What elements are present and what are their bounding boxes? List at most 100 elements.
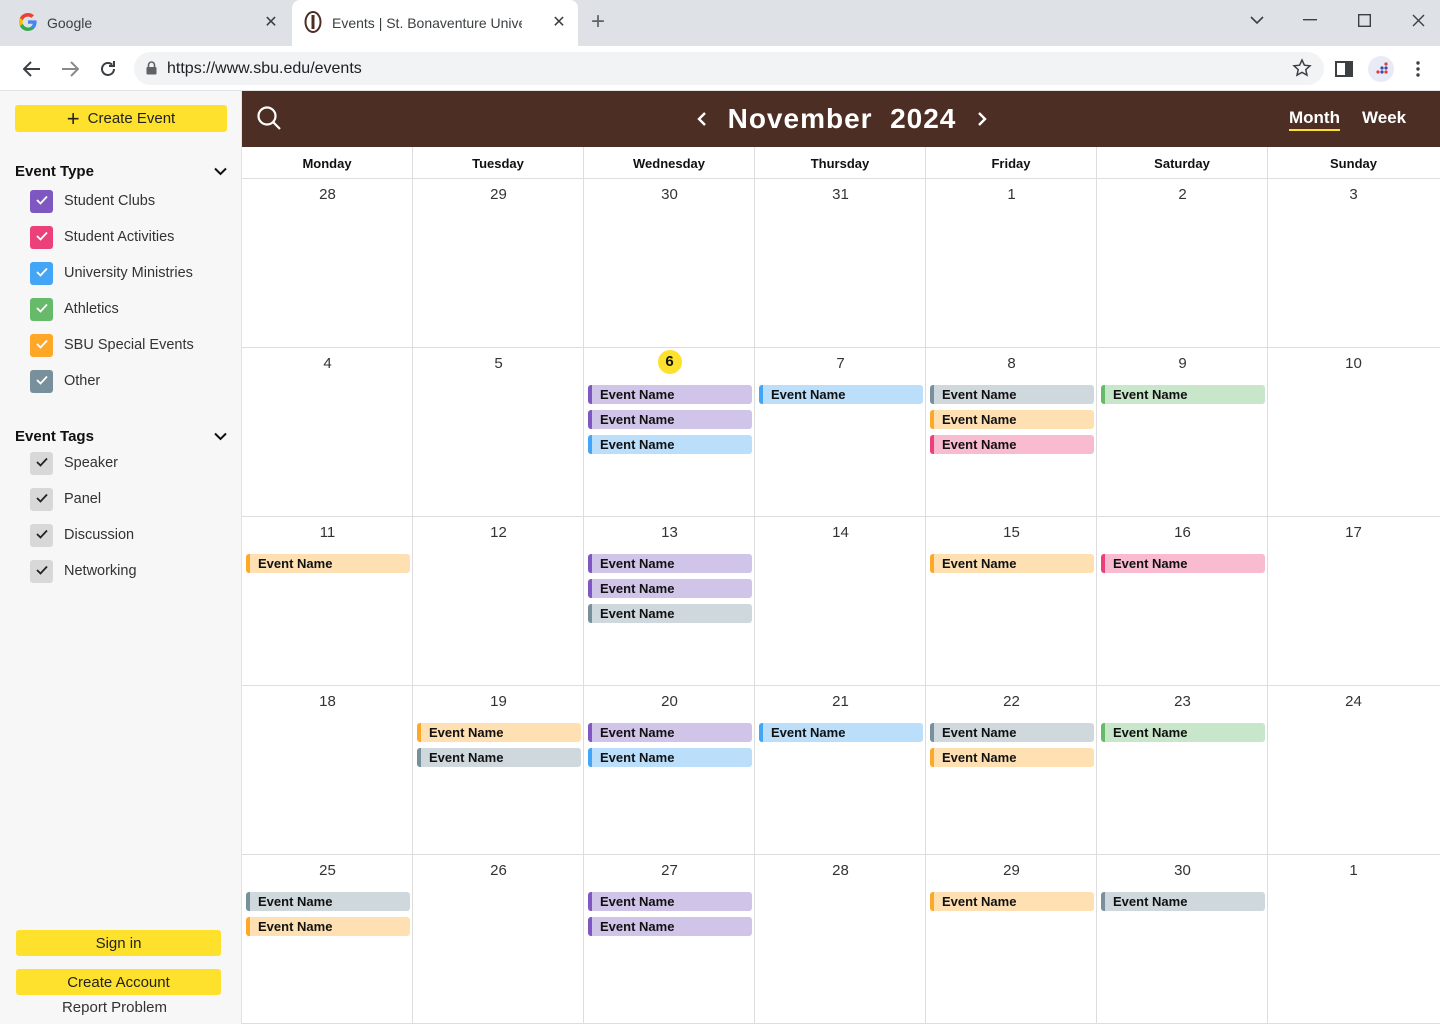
calendar-day-cell[interactable]: 23 Event Name — [1097, 686, 1268, 855]
close-window-icon[interactable] — [1403, 6, 1433, 34]
bookmark-star-icon[interactable] — [1292, 58, 1312, 83]
tab-google[interactable]: Google ✕ — [8, 0, 290, 46]
calendar-day-cell[interactable]: 12 — [413, 517, 584, 686]
calendar-day-cell[interactable]: 13 Event Name Event Name Event Name — [584, 517, 755, 686]
event-chip[interactable]: Event Name — [930, 723, 1094, 742]
event-type-filter[interactable]: Athletics — [30, 297, 119, 321]
calendar-day-cell[interactable]: 30 — [584, 179, 755, 348]
calendar-day-cell[interactable]: 29 — [413, 179, 584, 348]
week-view-tab[interactable]: Week — [1362, 108, 1406, 128]
calendar-day-cell[interactable]: 1 — [926, 179, 1097, 348]
event-type-filter[interactable]: SBU Special Events — [30, 333, 194, 357]
close-tab-icon[interactable]: ✕ — [262, 14, 280, 32]
event-chip[interactable]: Event Name — [246, 892, 410, 911]
forward-icon[interactable] — [56, 55, 84, 83]
minimize-icon[interactable] — [1295, 6, 1325, 34]
checkbox[interactable] — [30, 559, 53, 583]
calendar-day-cell[interactable]: 24 — [1268, 686, 1439, 855]
calendar-day-cell[interactable]: 25 Event Name Event Name — [242, 855, 413, 1024]
calendar-day-cell[interactable]: 14 — [755, 517, 926, 686]
event-chip[interactable]: Event Name — [1101, 892, 1265, 911]
calendar-day-cell[interactable]: 28 — [755, 855, 926, 1024]
extension-icon[interactable] — [1368, 56, 1394, 82]
calendar-day-cell[interactable]: 3 — [1268, 179, 1439, 348]
event-chip[interactable]: Event Name — [1101, 554, 1265, 573]
event-chip[interactable]: Event Name — [588, 723, 752, 742]
event-type-filter[interactable]: University Ministries — [30, 261, 193, 285]
event-chip[interactable]: Event Name — [246, 554, 410, 573]
calendar-day-cell[interactable]: 22 Event Name Event Name — [926, 686, 1097, 855]
calendar-day-cell[interactable]: 16 Event Name — [1097, 517, 1268, 686]
event-chip[interactable]: Event Name — [588, 892, 752, 911]
event-chip[interactable]: Event Name — [588, 579, 752, 598]
create-account-button[interactable]: Create Account — [16, 969, 221, 995]
maximize-icon[interactable] — [1349, 6, 1379, 34]
calendar-day-cell[interactable]: 31 — [755, 179, 926, 348]
calendar-day-cell[interactable]: 5 — [413, 348, 584, 517]
calendar-day-cell[interactable]: 1 — [1268, 855, 1439, 1024]
previous-month-icon[interactable] — [692, 108, 712, 130]
calendar-day-cell[interactable]: 8 Event Name Event Name Event Name — [926, 348, 1097, 517]
calendar-day-cell[interactable]: 19 Event Name Event Name — [413, 686, 584, 855]
calendar-day-cell[interactable]: 2 — [1097, 179, 1268, 348]
sign-in-button[interactable]: Sign in — [16, 930, 221, 956]
event-chip[interactable]: Event Name — [930, 748, 1094, 767]
event-chip[interactable]: Event Name — [930, 554, 1094, 573]
checkbox[interactable] — [30, 333, 53, 357]
calendar-day-cell[interactable]: 20 Event Name Event Name — [584, 686, 755, 855]
checkbox[interactable] — [30, 451, 53, 475]
tab-events[interactable]: Events | St. Bonaventure University ✕ — [292, 0, 578, 46]
calendar-day-cell[interactable]: 27 Event Name Event Name — [584, 855, 755, 1024]
event-tags-toggle[interactable]: Event Tags — [15, 426, 227, 446]
event-chip[interactable]: Event Name — [417, 748, 581, 767]
browser-menu-icon[interactable] — [1405, 56, 1431, 82]
event-chip[interactable]: Event Name — [1101, 385, 1265, 404]
calendar-day-cell[interactable]: 30 Event Name — [1097, 855, 1268, 1024]
checkbox[interactable] — [30, 487, 53, 511]
event-chip[interactable]: Event Name — [1101, 723, 1265, 742]
event-chip[interactable]: Event Name — [759, 385, 923, 404]
calendar-day-cell[interactable]: 6 Event Name Event Name Event Name — [584, 348, 755, 517]
event-type-filter[interactable]: Other — [30, 369, 100, 393]
event-chip[interactable]: Event Name — [588, 554, 752, 573]
event-type-toggle[interactable]: Event Type — [15, 161, 227, 181]
event-chip[interactable]: Event Name — [588, 435, 752, 454]
back-icon[interactable] — [18, 55, 46, 83]
calendar-day-cell[interactable]: 26 — [413, 855, 584, 1024]
calendar-day-cell[interactable]: 7 Event Name — [755, 348, 926, 517]
calendar-day-cell[interactable]: 9 Event Name — [1097, 348, 1268, 517]
event-chip[interactable]: Event Name — [588, 385, 752, 404]
checkbox[interactable] — [30, 189, 53, 213]
event-chip[interactable]: Event Name — [930, 435, 1094, 454]
event-chip[interactable]: Event Name — [588, 748, 752, 767]
event-tag-filter[interactable]: Networking — [30, 559, 137, 583]
tab-search-chevron-icon[interactable] — [1242, 6, 1272, 34]
checkbox[interactable] — [30, 297, 53, 321]
address-bar[interactable]: https://www.sbu.edu/events — [134, 52, 1324, 85]
checkbox[interactable] — [30, 225, 53, 249]
next-month-icon[interactable] — [972, 108, 992, 130]
event-tag-filter[interactable]: Speaker — [30, 451, 118, 475]
calendar-day-cell[interactable]: 17 — [1268, 517, 1439, 686]
event-tag-filter[interactable]: Discussion — [30, 523, 134, 547]
calendar-day-cell[interactable]: 18 — [242, 686, 413, 855]
month-view-tab[interactable]: Month — [1289, 108, 1340, 131]
event-chip[interactable]: Event Name — [930, 892, 1094, 911]
calendar-day-cell[interactable]: 10 — [1268, 348, 1439, 517]
calendar-day-cell[interactable]: 29 Event Name — [926, 855, 1097, 1024]
create-event-button[interactable]: + Create Event — [15, 105, 227, 132]
calendar-day-cell[interactable]: 11 Event Name — [242, 517, 413, 686]
reload-icon[interactable] — [94, 55, 122, 83]
checkbox[interactable] — [30, 369, 53, 393]
calendar-day-cell[interactable]: 21 Event Name — [755, 686, 926, 855]
close-tab-icon[interactable]: ✕ — [550, 14, 568, 32]
calendar-day-cell[interactable]: 4 — [242, 348, 413, 517]
event-chip[interactable]: Event Name — [588, 410, 752, 429]
calendar-day-cell[interactable]: 28 — [242, 179, 413, 348]
side-panel-icon[interactable] — [1331, 56, 1357, 82]
event-chip[interactable]: Event Name — [588, 917, 752, 936]
event-type-filter[interactable]: Student Clubs — [30, 189, 155, 213]
checkbox[interactable] — [30, 523, 53, 547]
event-chip[interactable]: Event Name — [588, 604, 752, 623]
event-chip[interactable]: Event Name — [759, 723, 923, 742]
